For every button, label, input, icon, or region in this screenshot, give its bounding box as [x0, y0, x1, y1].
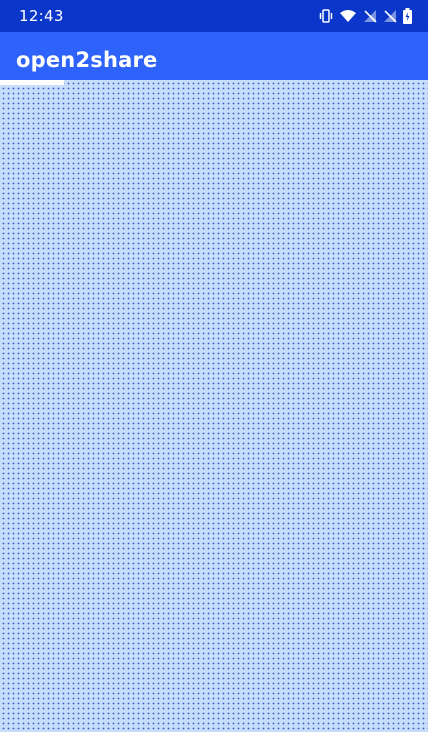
- no-signal-icon: [383, 9, 397, 23]
- app-title: open2share: [16, 48, 158, 72]
- no-signal-icon: [363, 9, 377, 23]
- webview-content[interactable]: [0, 80, 428, 732]
- battery-charging-icon: [403, 8, 412, 24]
- loading-progress-fill: [0, 80, 65, 85]
- status-icons: [319, 7, 412, 25]
- vibrate-icon: [319, 8, 333, 24]
- wifi-icon: [339, 9, 357, 23]
- app-bar: open2share: [0, 32, 428, 80]
- status-bar: 12:43: [0, 0, 428, 32]
- status-time: 12:43: [19, 7, 64, 25]
- loading-progress-bar: [0, 80, 428, 96]
